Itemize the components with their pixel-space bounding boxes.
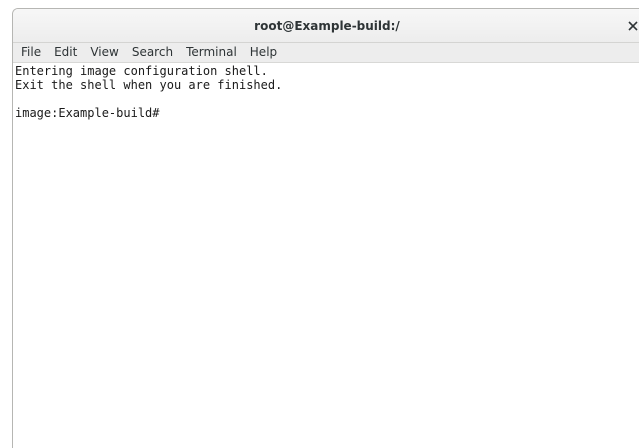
title-bar[interactable]: root@Example-build:/ xyxy=(13,9,639,43)
menu-bar: File Edit View Search Terminal Help xyxy=(13,43,639,63)
window-title: root@Example-build:/ xyxy=(254,19,400,33)
close-icon[interactable] xyxy=(625,18,639,34)
menu-terminal[interactable]: Terminal xyxy=(186,43,237,62)
menu-help[interactable]: Help xyxy=(250,43,277,62)
menu-file[interactable]: File xyxy=(21,43,41,62)
menu-edit[interactable]: Edit xyxy=(54,43,77,62)
terminal-line: Exit the shell when you are finished. xyxy=(15,78,283,92)
terminal-window: root@Example-build:/ File Edit View Sear… xyxy=(12,8,639,448)
menu-search[interactable]: Search xyxy=(132,43,173,62)
terminal-prompt[interactable]: image:Example-build# xyxy=(15,106,639,120)
terminal-output[interactable]: Entering image configuration shell. Exit… xyxy=(13,63,639,448)
menu-view[interactable]: View xyxy=(90,43,118,62)
terminal-line: Entering image configuration shell. xyxy=(15,64,268,78)
